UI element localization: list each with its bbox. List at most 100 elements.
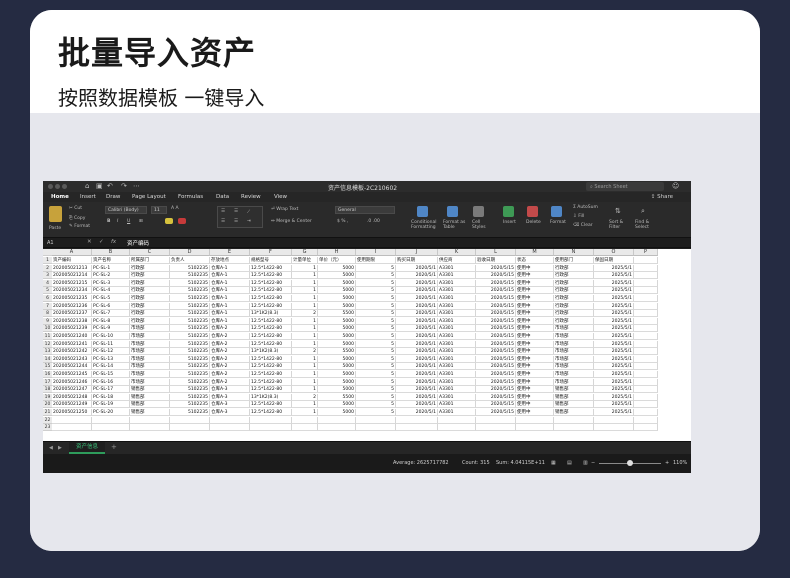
align-left-icon[interactable]: ☰ [221, 219, 225, 224]
table-cell[interactable]: 2025/5/1 [594, 272, 634, 280]
table-cell[interactable]: 2025/5/1 [594, 302, 634, 310]
table-cell[interactable]: 5000 [318, 386, 356, 394]
font-family-select[interactable]: Calibri (Body) [105, 206, 147, 214]
feedback-icon[interactable]: ☺ [672, 182, 679, 190]
table-cell[interactable]: 2020/5/1 [396, 378, 438, 386]
table-cell[interactable]: 202005021215 [52, 279, 92, 287]
table-cell[interactable]: 12.5*1422-80 [250, 386, 292, 394]
table-cell[interactable]: PC-SL-11 [92, 340, 130, 348]
table-cell[interactable]: 5102235 [170, 378, 210, 386]
table-cell[interactable] [396, 424, 438, 432]
table-cell[interactable] [250, 416, 292, 424]
table-cell[interactable]: PC-SL-3 [92, 279, 130, 287]
table-cell[interactable]: 使用中 [516, 279, 554, 287]
table-cell[interactable]: 5 [356, 348, 396, 356]
conditional-formatting-icon[interactable] [417, 206, 428, 217]
confirm-icon[interactable]: ✓ [99, 239, 104, 245]
row-header[interactable]: 13 [43, 348, 52, 356]
row-header[interactable]: 12 [43, 340, 52, 348]
table-cell[interactable]: 5 [356, 371, 396, 378]
table-cell[interactable]: 仓库A-1 [210, 279, 250, 287]
table-cell[interactable]: 1 [292, 340, 318, 348]
table-cell[interactable]: 2020/5/15 [476, 363, 516, 371]
row-header[interactable]: 20 [43, 401, 52, 409]
table-cell[interactable]: 2025/5/1 [594, 355, 634, 363]
table-cell[interactable] [594, 416, 634, 424]
table-cell[interactable] [634, 340, 658, 348]
row-header[interactable]: 19 [43, 393, 52, 401]
tab-formulas[interactable]: Formulas [178, 194, 203, 200]
table-cell[interactable]: 202005021244 [52, 363, 92, 371]
table-cell[interactable]: 12.5*1422-80 [250, 340, 292, 348]
table-cell[interactable]: A3301 [438, 386, 476, 394]
table-cell[interactable]: 2025/5/1 [594, 393, 634, 401]
table-cell[interactable]: 2025/5/1 [594, 325, 634, 333]
table-cell[interactable]: A3301 [438, 333, 476, 340]
minimize-dot-icon[interactable] [55, 184, 60, 189]
table-cell[interactable]: 2020/5/1 [396, 325, 438, 333]
table-cell[interactable]: PC-SL-19 [92, 401, 130, 409]
zoom-out-icon[interactable]: − [591, 460, 595, 466]
table-cell[interactable]: 5102235 [170, 333, 210, 340]
table-cell[interactable]: 市场部 [554, 378, 594, 386]
table-cell[interactable] [476, 416, 516, 424]
table-cell[interactable]: 1 [292, 378, 318, 386]
decimal-icon[interactable]: .0 .00 [367, 219, 380, 224]
table-cell[interactable] [634, 424, 658, 432]
font-color-icon[interactable] [178, 218, 186, 224]
table-cell[interactable]: 使用中 [516, 363, 554, 371]
table-cell[interactable]: A3301 [438, 371, 476, 378]
table-cell[interactable]: 行政部 [554, 264, 594, 272]
header-cell[interactable]: 资产名称 [92, 257, 130, 264]
number-format-select[interactable]: General [335, 206, 395, 214]
table-cell[interactable]: A3301 [438, 340, 476, 348]
table-cell[interactable] [634, 317, 658, 325]
header-cell[interactable]: 计量单位 [292, 257, 318, 264]
table-cell[interactable] [130, 416, 170, 424]
table-cell[interactable]: 5102235 [170, 295, 210, 302]
table-cell[interactable]: 仓库A-2 [210, 378, 250, 386]
table-cell[interactable]: 12.5*1422-80 [250, 409, 292, 416]
table-cell[interactable]: 202005021236 [52, 302, 92, 310]
table-cell[interactable]: PC-SL-13 [92, 355, 130, 363]
table-cell[interactable]: A3301 [438, 310, 476, 318]
table-cell[interactable] [634, 386, 658, 394]
table-cell[interactable]: 2 [292, 393, 318, 401]
table-cell[interactable] [634, 416, 658, 424]
table-cell[interactable]: 行政部 [554, 279, 594, 287]
format-painter-button[interactable]: ✎ Format [69, 224, 90, 229]
table-cell[interactable]: 2025/5/1 [594, 363, 634, 371]
table-cell[interactable]: 销售部 [130, 386, 170, 394]
table-cell[interactable]: PC-SL-9 [92, 325, 130, 333]
table-cell[interactable]: 1 [292, 279, 318, 287]
table-cell[interactable]: 5 [356, 340, 396, 348]
table-cell[interactable]: A3301 [438, 409, 476, 416]
fx-icon[interactable]: fx [111, 239, 116, 245]
table-cell[interactable]: 5102235 [170, 317, 210, 325]
table-cell[interactable]: 2020/5/1 [396, 363, 438, 371]
undo-icon[interactable]: ↶ [107, 182, 113, 190]
table-cell[interactable]: 2020/5/15 [476, 386, 516, 394]
column-header[interactable]: L [476, 249, 516, 256]
table-cell[interactable]: 仓库A-2 [210, 355, 250, 363]
table-cell[interactable]: 5 [356, 310, 396, 318]
table-cell[interactable]: 2025/5/1 [594, 310, 634, 318]
table-cell[interactable]: 市场部 [554, 363, 594, 371]
table-cell[interactable]: 5102235 [170, 272, 210, 280]
table-cell[interactable]: 2020/5/1 [396, 279, 438, 287]
table-cell[interactable] [634, 264, 658, 272]
header-cell[interactable]: 负责人 [170, 257, 210, 264]
table-cell[interactable] [634, 295, 658, 302]
table-cell[interactable]: 2025/5/1 [594, 348, 634, 356]
table-cell[interactable]: 202005021250 [52, 409, 92, 416]
table-cell[interactable]: 使用中 [516, 409, 554, 416]
header-cell[interactable]: 购买日期 [396, 257, 438, 264]
table-cell[interactable]: 2020/5/15 [476, 340, 516, 348]
table-cell[interactable] [634, 287, 658, 295]
table-cell[interactable]: 5102235 [170, 287, 210, 295]
table-cell[interactable]: 5102235 [170, 310, 210, 318]
table-cell[interactable]: 5000 [318, 272, 356, 280]
table-cell[interactable]: 2020/5/1 [396, 393, 438, 401]
row-header[interactable]: 14 [43, 355, 52, 363]
table-cell[interactable]: 2025/5/1 [594, 295, 634, 302]
